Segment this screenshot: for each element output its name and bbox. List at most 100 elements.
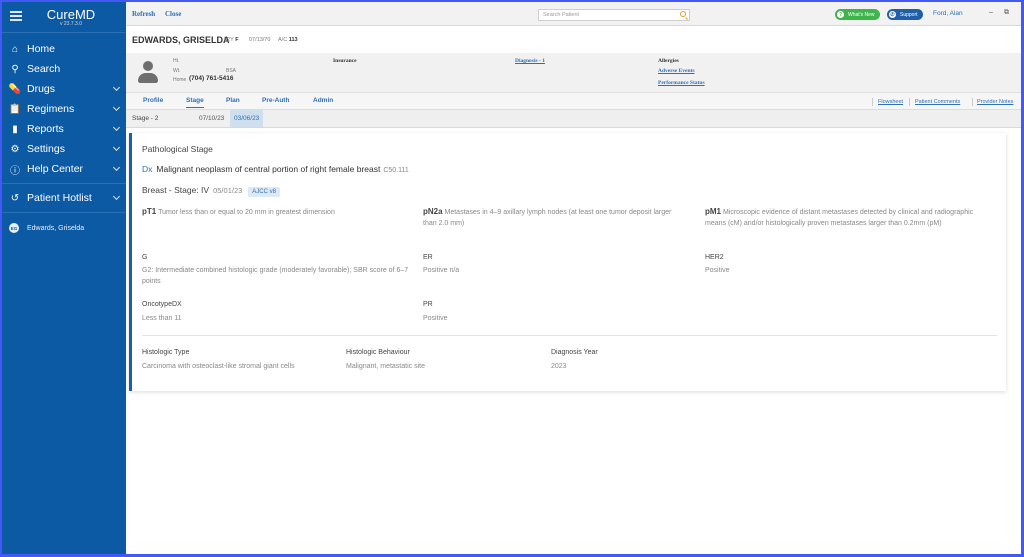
stage-date-tab-selected[interactable]: 03/06/23 <box>230 110 264 127</box>
diagnosis-link[interactable]: Diagnosis - 1 <box>515 58 545 64</box>
diagnosis-code: C50.111 <box>383 167 409 174</box>
tnm-desc: Microscopic evidence of distant metastas… <box>705 209 974 227</box>
tab-pre-auth[interactable]: Pre-Auth <box>262 97 289 107</box>
sidebar-header: CureMD v 23.7.3.0 <box>2 2 126 33</box>
flowsheet-link[interactable]: Flowsheet <box>878 99 903 105</box>
patient-comments-link[interactable]: Patient Comments <box>915 99 960 105</box>
tnm-code: pN2a <box>423 207 443 216</box>
sidebar-patient-name: Edwards, Griselda <box>27 224 85 232</box>
whats-new-button[interactable]: ? What's New <box>835 9 880 20</box>
tnm-desc: Tumor less than or equal to 20 mm in gre… <box>158 209 335 216</box>
refresh-button[interactable]: Refresh <box>132 10 155 18</box>
performance-status-link[interactable]: Performance Status <box>658 80 705 86</box>
chevron-down-icon <box>112 163 121 172</box>
gear-icon: ⚙ <box>10 143 20 155</box>
histologic-behaviour-label: Histologic Behaviour <box>346 349 410 356</box>
stage-date-tab[interactable]: 07/10/23 <box>195 110 228 127</box>
sidebar-item-label: Reports <box>27 123 64 135</box>
search-patient-input[interactable]: Search Patient <box>538 9 690 21</box>
close-button[interactable]: Close <box>165 10 181 18</box>
stage-selector-bar: Stage - 2 07/10/23 03/06/23 <box>126 110 1021 128</box>
sidebar-item-regimens[interactable]: 📋 Regimens <box>2 99 126 119</box>
bar-chart-icon: ▮ <box>12 123 18 135</box>
current-user[interactable]: Ford, Alan <box>933 10 963 17</box>
allergies-label: Allergies <box>658 58 679 64</box>
tnm-t: pT1 Tumor less than or equal to 20 mm in… <box>142 207 392 219</box>
tnm-code: pM1 <box>705 207 721 216</box>
sidebar-item-drugs[interactable]: 💊 Drugs <box>2 79 126 99</box>
app-window: CureMD v 23.7.3.0 ⌂ Home ⚲ Search 💊 Drugs 📋… <box>2 2 1021 554</box>
link-divider <box>909 98 910 106</box>
tab-plan[interactable]: Plan <box>226 97 240 107</box>
brand-logo: CureMD <box>46 7 96 22</box>
search-icon[interactable] <box>680 11 686 17</box>
support-label: Support <box>900 11 918 18</box>
dx-label: Dx <box>142 164 153 174</box>
whats-new-label: What's New <box>848 11 875 18</box>
field-label-oncotypedx: OncotypeDX <box>142 301 182 308</box>
field-value-g: G2: Intermediate combined histologic gra… <box>142 267 409 285</box>
sidebar-divider <box>2 183 126 184</box>
chevron-down-icon <box>112 192 121 201</box>
tab-profile[interactable]: Profile <box>143 97 163 107</box>
pathological-stage-card: Pathological Stage Dx Malignant neoplasm … <box>129 133 1006 391</box>
tnm-n: pN2a Metastases in 4–9 axillary lymph no… <box>423 207 683 229</box>
stage-date: 05/01/23 <box>213 186 243 195</box>
section-divider <box>142 335 997 336</box>
sidebar-nav: ⌂ Home ⚲ Search 💊 Drugs 📋 Regimens ▮ Reports … <box>2 39 126 179</box>
sidebar-patient-item[interactable]: EG Edwards, Griselda <box>2 217 126 239</box>
restore-button[interactable]: ⧉ <box>1004 9 1009 17</box>
insurance-label: Insurance <box>333 58 357 64</box>
field-label-pr: PR <box>423 301 433 308</box>
home-icon: ⌂ <box>11 43 19 55</box>
support-button[interactable]: ✆ Support <box>887 9 923 20</box>
stage-text: Breast - Stage: IV <box>142 185 210 195</box>
sidebar-hotlist: ↺ Patient Hotlist <box>2 188 126 208</box>
sidebar-item-help-center[interactable]: ⓘ Help Center <box>2 159 126 179</box>
sidebar-item-label: Help Center <box>27 163 84 175</box>
patient-name-bar: EDWARDS, GRISELDA 52Y F 07/13/70 A/C 113 <box>126 26 1021 53</box>
user-avatar-icon <box>138 61 158 85</box>
tnm-code: pT1 <box>142 207 157 216</box>
sidebar-item-settings[interactable]: ⚙ Settings <box>2 139 126 159</box>
weight-label: Wt. <box>173 68 181 74</box>
sidebar: CureMD v 23.7.3.0 ⌂ Home ⚲ Search 💊 Drugs 📋… <box>2 2 126 554</box>
account-number: 113 <box>288 37 298 43</box>
tab-admin[interactable]: Admin <box>313 97 333 107</box>
chevron-down-icon <box>112 103 121 112</box>
sidebar-item-search[interactable]: ⚲ Search <box>2 59 126 79</box>
top-toolbar: Refresh Close Search Patient ? What's Ne… <box>126 2 1021 26</box>
sidebar-item-label: Drugs <box>27 83 56 95</box>
sidebar-item-patient-hotlist[interactable]: ↺ Patient Hotlist <box>2 188 126 208</box>
sidebar-item-reports[interactable]: ▮ Reports <box>2 119 126 139</box>
card-title: Pathological Stage <box>142 144 213 154</box>
patient-sex: F <box>235 37 239 43</box>
tnm-m: pM1 Microscopic evidence of distant meta… <box>705 207 987 229</box>
sidebar-item-label: Settings <box>27 143 65 155</box>
patient-account: A/C 113 <box>278 37 298 43</box>
stage-count-label: Stage - 2 <box>132 115 159 122</box>
pill-icon: 💊 <box>8 83 22 95</box>
diagnosis-year-value: 2023 <box>551 363 567 370</box>
sidebar-item-home[interactable]: ⌂ Home <box>2 39 126 59</box>
tab-stage[interactable]: Stage <box>186 97 204 108</box>
chevron-down-icon <box>112 83 121 92</box>
bsa-label: BSA <box>226 68 237 74</box>
chevron-down-icon <box>112 123 121 132</box>
phone-icon: ✆ <box>889 11 896 18</box>
link-divider <box>872 98 873 106</box>
provider-notes-link[interactable]: Provider Notes <box>977 99 1013 105</box>
height-label: Ht. <box>173 58 180 64</box>
question-icon: ? <box>837 11 844 18</box>
minimize-button[interactable]: – <box>989 9 993 16</box>
history-icon: ↺ <box>10 192 20 204</box>
sidebar-item-label: Regimens <box>27 103 75 115</box>
patient-info-panel: Ht. Wt. BSA Home (704) 761-5416 Insuranc… <box>126 53 1021 93</box>
account-label: A/C <box>278 37 288 43</box>
app-version: v 23.7.3.0 <box>60 21 82 27</box>
patient-avatar: EG <box>9 223 19 233</box>
link-divider <box>972 98 973 106</box>
ajcc-badge: AJCC v8 <box>248 187 280 197</box>
adverse-events-link[interactable]: Adverse Events <box>658 68 695 74</box>
histologic-type-value: Carcinoma with osteoclast-like stromal g… <box>142 363 295 370</box>
